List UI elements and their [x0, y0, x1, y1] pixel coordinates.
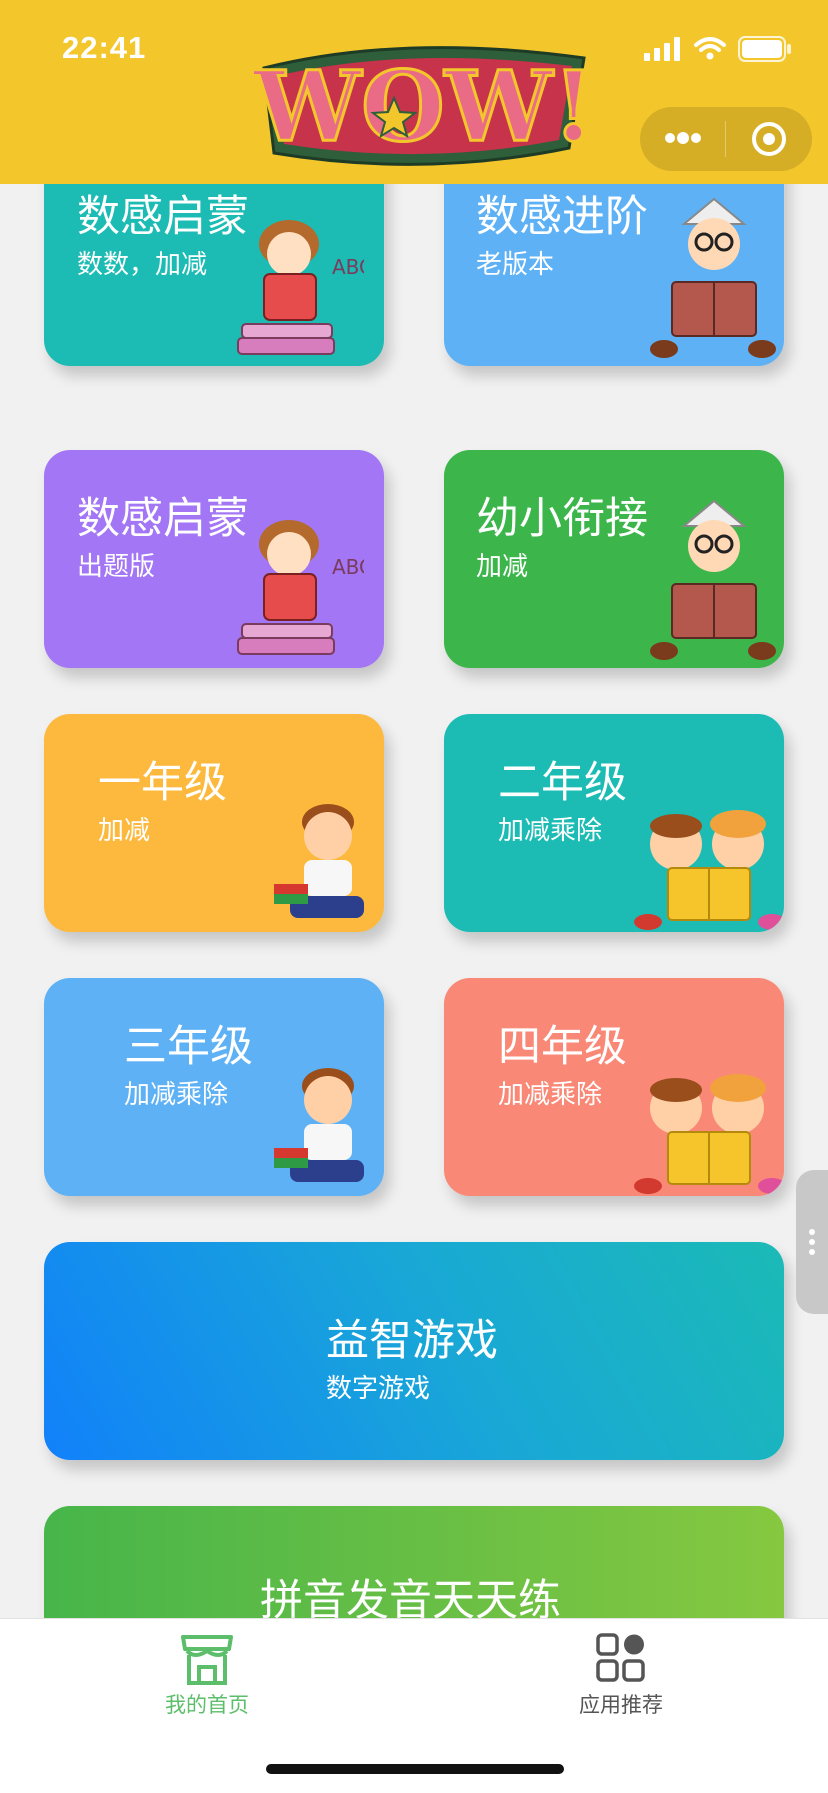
- header-bar: 22:41 WOW!: [0, 0, 828, 184]
- boy-reading-illustration: [650, 499, 776, 660]
- svg-text:ABC: ABC: [332, 555, 364, 579]
- wifi-icon: [694, 37, 726, 60]
- miniprogram-capsule: [640, 107, 812, 171]
- status-icons: [644, 36, 792, 62]
- girl-reading-illustration: ABC: [237, 220, 364, 355]
- card-pinyin[interactable]: 拼音发音天天练: [44, 1506, 784, 1618]
- tab-home[interactable]: 我的首页: [0, 1619, 414, 1729]
- card-grade-2[interactable]: 二年级 加减乘除: [444, 714, 784, 932]
- card-subtitle: 老版本: [476, 249, 555, 279]
- tab-home-label: 我的首页: [165, 1694, 249, 1717]
- card-title: 四年级: [498, 1023, 627, 1071]
- apps-grid-icon: [596, 1633, 645, 1682]
- kids-reading-illustration: [634, 810, 784, 930]
- svg-text:ABC: ABC: [332, 255, 364, 279]
- card-subtitle: 加减乘除: [498, 815, 603, 845]
- card-subtitle: 加减: [476, 551, 529, 581]
- card-subtitle: 数字游戏: [326, 1373, 431, 1403]
- home-indicator: [266, 1764, 564, 1774]
- card-shugan-qimeng-2[interactable]: 数感启蒙 出题版 ABC: [44, 450, 384, 668]
- more-button[interactable]: [640, 130, 725, 149]
- card-title: 幼小衔接: [476, 495, 648, 543]
- home-icon: [181, 1635, 233, 1685]
- card-grade-4[interactable]: 四年级 加减乘除: [444, 978, 784, 1196]
- card-shugan-jinjie[interactable]: 数感进阶 老版本: [444, 184, 784, 366]
- card-title: 数感启蒙: [77, 193, 249, 241]
- card-shugan-qimeng-1[interactable]: 数感启蒙 数数，加减 ABC: [44, 184, 384, 366]
- target-icon: [751, 122, 786, 156]
- kids-reading-illustration: [634, 1074, 784, 1194]
- card-title: 数感启蒙: [77, 495, 249, 543]
- card-subtitle: 加减乘除: [124, 1079, 229, 1109]
- card-subtitle: 加减乘除: [498, 1079, 603, 1109]
- side-drawer-handle[interactable]: [796, 1170, 828, 1314]
- girl-reading-illustration: ABC: [237, 520, 364, 655]
- card-title: 拼音发音天天练: [260, 1577, 561, 1618]
- card-subtitle: 出题版: [77, 551, 156, 581]
- card-title: 一年级: [98, 759, 227, 807]
- boy-sitting-illustration: [274, 1068, 364, 1182]
- card-youxiao-xianjie[interactable]: 幼小衔接 加减: [444, 450, 784, 668]
- card-subtitle: 数数，加减: [77, 249, 208, 279]
- card-grade-1[interactable]: 一年级 加减: [44, 714, 384, 932]
- card-title: 三年级: [124, 1023, 253, 1071]
- vertical-dots-icon: [809, 1229, 815, 1255]
- tab-apps-label: 应用推荐: [579, 1694, 663, 1717]
- more-dots-icon: [664, 131, 701, 144]
- status-time: 22:41: [62, 30, 147, 65]
- signal-icon: [644, 37, 680, 61]
- boy-reading-illustration: [650, 197, 776, 358]
- card-list[interactable]: 数感启蒙 数数，加减 ABC 数感进阶 老版本 数感启蒙 出题版: [0, 184, 828, 1618]
- card-subtitle: 加减: [98, 815, 151, 845]
- card-grade-3[interactable]: 三年级 加减乘除: [44, 978, 384, 1196]
- card-title: 数感进阶: [476, 193, 648, 241]
- wow-logo-text: WOW!: [254, 50, 594, 163]
- card-puzzle-games[interactable]: 益智游戏 数字游戏: [44, 1242, 784, 1460]
- wow-logo: WOW!: [251, 28, 596, 182]
- close-miniprogram-button[interactable]: [726, 121, 811, 157]
- battery-icon: [738, 36, 791, 62]
- tab-apps[interactable]: 应用推荐: [414, 1619, 828, 1729]
- boy-sitting-illustration: [274, 804, 364, 918]
- card-title: 二年级: [498, 759, 627, 807]
- card-title: 益智游戏: [326, 1317, 498, 1365]
